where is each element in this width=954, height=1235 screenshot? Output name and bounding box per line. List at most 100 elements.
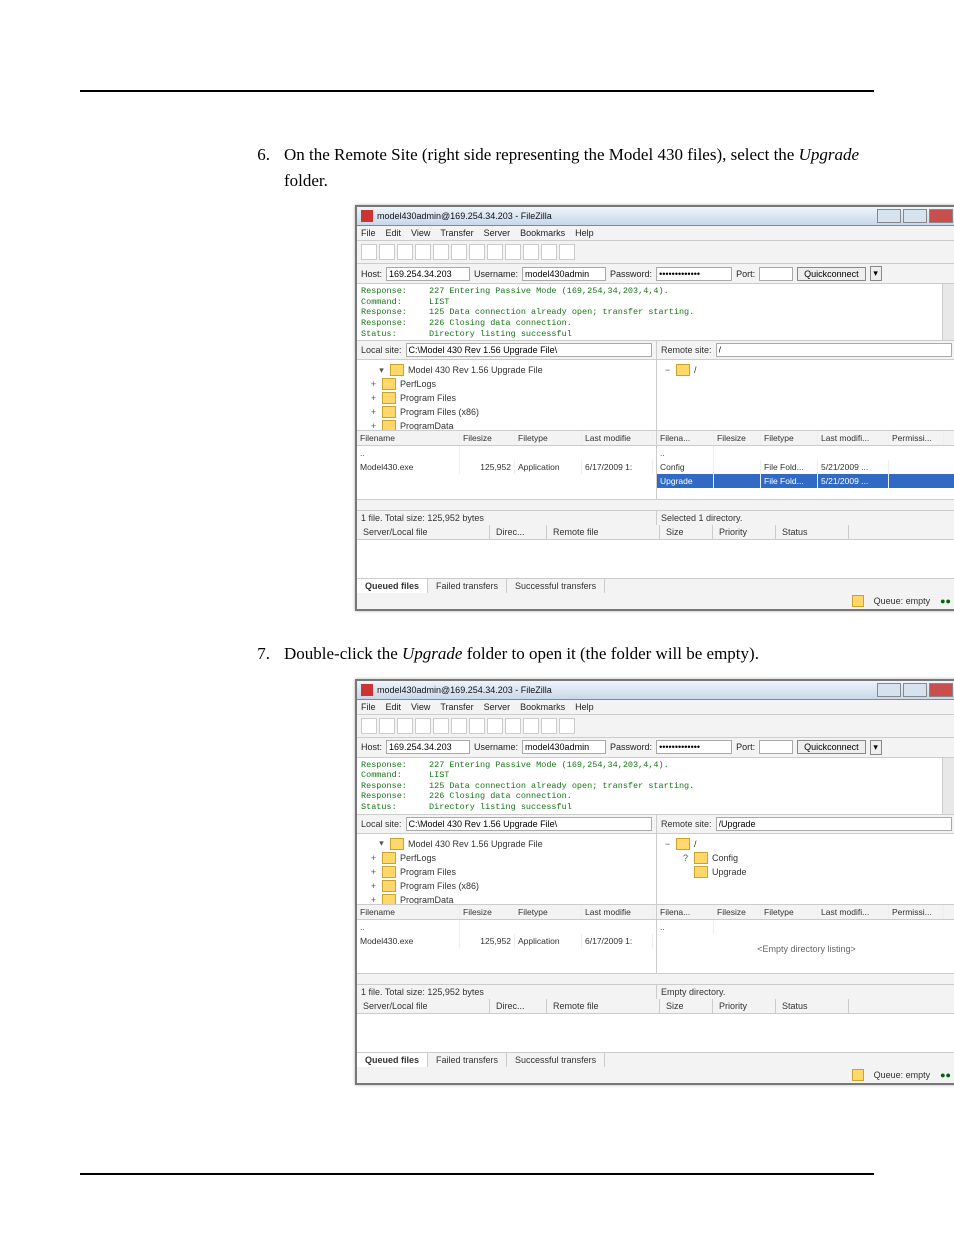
toolbar-icon[interactable] — [505, 718, 521, 734]
toolbar-icon[interactable] — [379, 718, 395, 734]
local-status: 1 file. Total size: 125,952 bytes — [357, 511, 657, 525]
status-dots: ●● — [940, 1070, 951, 1080]
toolbar-icon[interactable] — [361, 244, 377, 260]
quickconnect-dropdown[interactable]: ▾ — [870, 266, 882, 281]
host-input[interactable] — [386, 740, 470, 754]
remote-file-list[interactable]: Filena... Filesize Filetype Last modifi.… — [657, 431, 954, 499]
toolbar-icon[interactable] — [523, 244, 539, 260]
toolbar-icon[interactable] — [469, 718, 485, 734]
window-title: model430admin@169.254.34.203 - FileZilla — [377, 211, 552, 221]
toolbar-icon[interactable] — [469, 244, 485, 260]
toolbar-icon[interactable] — [487, 244, 503, 260]
maximize-button[interactable] — [903, 209, 927, 223]
queue-header: Server/Local file Direc... Remote file S… — [357, 525, 954, 540]
toolbar-icon[interactable] — [433, 718, 449, 734]
toolbar-icon[interactable] — [451, 244, 467, 260]
toolbar-icon[interactable] — [433, 244, 449, 260]
menu-file[interactable]: File — [361, 228, 376, 238]
quickconnect-button[interactable]: Quickconnect — [797, 740, 866, 754]
quickconnect-dropdown[interactable]: ▾ — [870, 740, 882, 755]
local-site-field: Local site: — [357, 815, 657, 833]
menu-view[interactable]: View — [411, 702, 430, 712]
local-site-input[interactable] — [406, 817, 652, 831]
scrollbar[interactable] — [942, 284, 954, 340]
menu-edit[interactable]: Edit — [386, 702, 402, 712]
toolbar-icon[interactable] — [415, 244, 431, 260]
remote-site-input[interactable] — [716, 343, 952, 357]
tab-successful[interactable]: Successful transfers — [507, 579, 605, 593]
close-button[interactable] — [929, 209, 953, 223]
toolbar-icon[interactable] — [451, 718, 467, 734]
toolbar-icon[interactable] — [397, 244, 413, 260]
toolbar-icon[interactable] — [487, 718, 503, 734]
tab-failed[interactable]: Failed transfers — [428, 579, 507, 593]
menubar: File Edit View Transfer Server Bookmarks… — [357, 226, 954, 241]
remote-tree[interactable]: −/ ?Config Upgrade — [657, 834, 954, 904]
menu-bookmarks[interactable]: Bookmarks — [520, 702, 565, 712]
minimize-button[interactable] — [877, 209, 901, 223]
toolbar-icon[interactable] — [559, 718, 575, 734]
close-button[interactable] — [929, 683, 953, 697]
local-file-list[interactable]: Filename Filesize Filetype Last modifie … — [357, 905, 657, 973]
window-titlebar: model430admin@169.254.34.203 - FileZilla — [357, 207, 954, 226]
toolbar-icon[interactable] — [361, 718, 377, 734]
folder-icon — [382, 378, 396, 390]
username-input[interactable] — [522, 267, 606, 281]
menu-help[interactable]: Help — [575, 228, 594, 238]
menu-transfer[interactable]: Transfer — [440, 228, 473, 238]
app-icon — [361, 210, 373, 222]
toolbar-icon[interactable] — [505, 244, 521, 260]
menu-file[interactable]: File — [361, 702, 376, 712]
local-file-list[interactable]: Filename Filesize Filetype Last modifie … — [357, 431, 657, 499]
local-tree[interactable]: ▾Model 430 Rev 1.56 Upgrade File +PerfLo… — [357, 834, 657, 904]
quickconnect-bar: Host: Username: Password: Port: Quickcon… — [357, 738, 954, 758]
toolbar-icon[interactable] — [559, 244, 575, 260]
remote-row-upgrade[interactable]: Upgrade File Fold... 5/21/2009 ... — [657, 474, 954, 488]
toolbar-icon[interactable] — [415, 718, 431, 734]
queue-body — [357, 1014, 954, 1052]
toolbar-icon[interactable] — [523, 718, 539, 734]
menu-edit[interactable]: Edit — [386, 228, 402, 238]
folder-icon — [390, 364, 404, 376]
password-input[interactable] — [656, 740, 732, 754]
toolbar-icon[interactable] — [541, 244, 557, 260]
screenshot-2: model430admin@169.254.34.203 - FileZilla… — [355, 679, 954, 1085]
tab-successful[interactable]: Successful transfers — [507, 1053, 605, 1067]
remote-row-config[interactable]: Config File Fold... 5/21/2009 ... — [657, 460, 954, 474]
menu-view[interactable]: View — [411, 228, 430, 238]
quickconnect-button[interactable]: Quickconnect — [797, 267, 866, 281]
tab-failed[interactable]: Failed transfers — [428, 1053, 507, 1067]
menu-server[interactable]: Server — [484, 228, 511, 238]
scrollbar[interactable] — [942, 758, 954, 814]
local-site-input[interactable] — [406, 343, 652, 357]
folder-icon — [676, 838, 690, 850]
menu-transfer[interactable]: Transfer — [440, 702, 473, 712]
step-text: On the Remote Site (right side represent… — [284, 142, 874, 193]
remote-file-list[interactable]: Filena... Filesize Filetype Last modifi.… — [657, 905, 954, 973]
remote-tree[interactable]: −/ — [657, 360, 954, 430]
menu-help[interactable]: Help — [575, 702, 594, 712]
folder-icon — [382, 392, 396, 404]
tab-queued[interactable]: Queued files — [357, 579, 428, 593]
tab-queued[interactable]: Queued files — [357, 1053, 428, 1067]
port-input[interactable] — [759, 740, 793, 754]
local-tree[interactable]: ▾Model 430 Rev 1.56 Upgrade File +PerfLo… — [357, 360, 657, 430]
remote-status: Selected 1 directory. — [657, 511, 954, 525]
step-number: 7. — [80, 641, 284, 667]
username-input[interactable] — [522, 740, 606, 754]
window-titlebar: model430admin@169.254.34.203 - FileZilla — [357, 681, 954, 700]
folder-icon — [382, 420, 396, 430]
toolbar-icon[interactable] — [397, 718, 413, 734]
step-7: 7. Double-click the Upgrade folder to op… — [80, 641, 874, 667]
host-input[interactable] — [386, 267, 470, 281]
password-input[interactable] — [656, 267, 732, 281]
remote-site-input[interactable] — [716, 817, 952, 831]
toolbar-icon[interactable] — [379, 244, 395, 260]
port-input[interactable] — [759, 267, 793, 281]
menu-server[interactable]: Server — [484, 702, 511, 712]
maximize-button[interactable] — [903, 683, 927, 697]
menu-bookmarks[interactable]: Bookmarks — [520, 228, 565, 238]
toolbar-icon[interactable] — [541, 718, 557, 734]
remote-site-field: Remote site: — [657, 341, 954, 359]
minimize-button[interactable] — [877, 683, 901, 697]
